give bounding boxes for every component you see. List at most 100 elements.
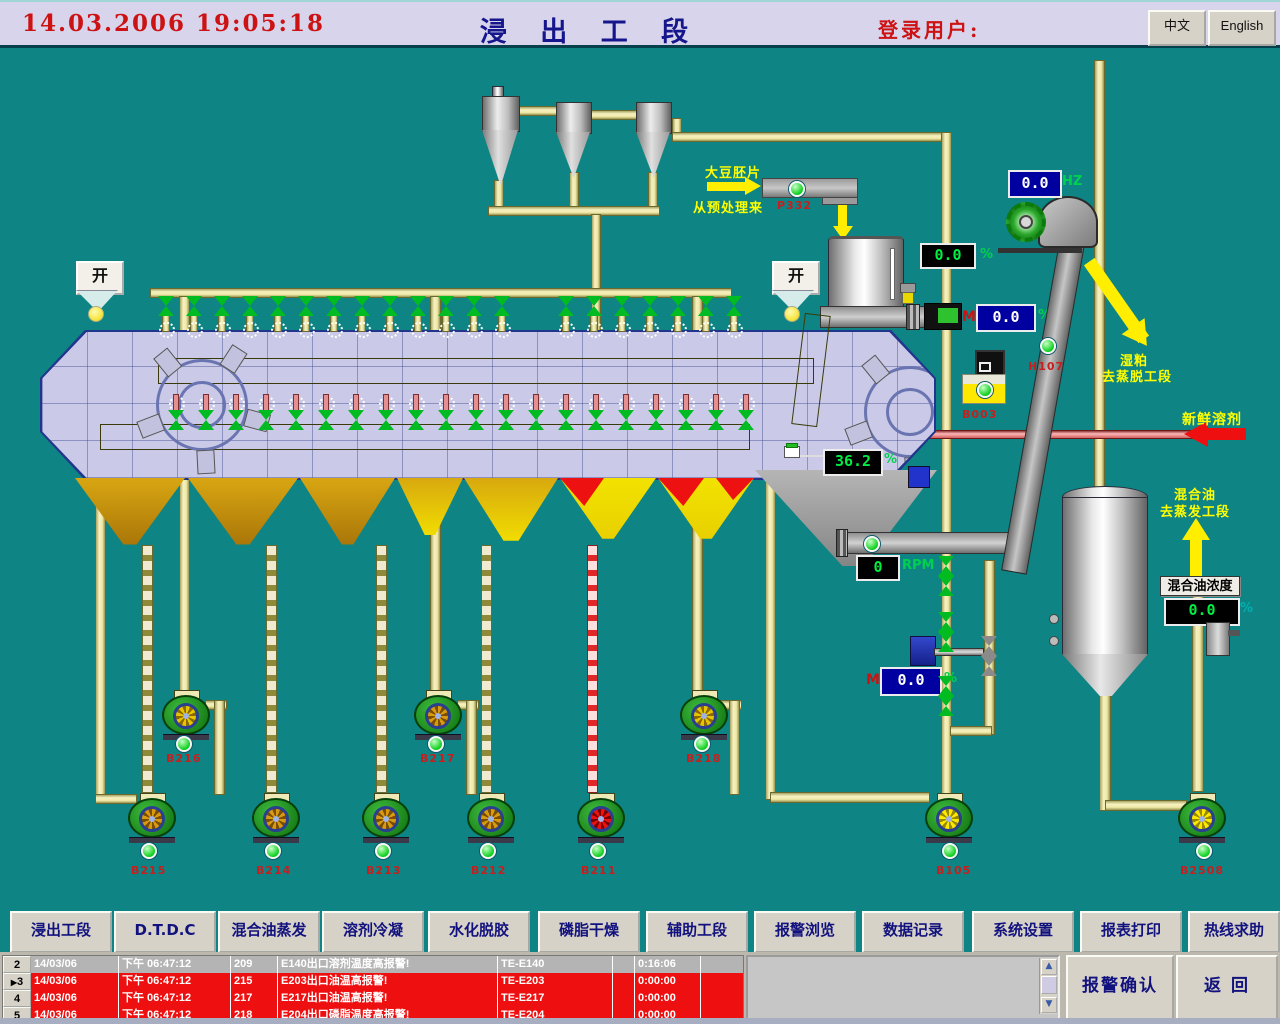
alarm-message: E217出口油温高报警! (278, 990, 498, 1007)
feeder-run-indicator (977, 382, 993, 398)
lamp-bulb-icon (784, 306, 800, 322)
cyclone-cone (636, 132, 670, 178)
valve-icon (698, 296, 714, 316)
extractor-open-button-right[interactable]: 开 (772, 261, 820, 295)
pipe-dashed (266, 545, 277, 793)
cyclone-cone (556, 132, 590, 178)
cyclone (482, 96, 520, 132)
alarm-duration: 0:00:00 (635, 990, 701, 1007)
valve-collar (355, 322, 371, 338)
tank-level-unit: % (980, 247, 993, 262)
feed-conveyor-tag: P332 (777, 199, 812, 212)
level-sensor-head (786, 443, 798, 448)
valve-icon (708, 410, 724, 430)
pump-indicator (428, 736, 444, 752)
conc-analyzer (1206, 622, 1230, 656)
valve-collar (271, 322, 287, 338)
valve-icon (726, 296, 742, 316)
alarm-row[interactable]: 4 14/03/06 下午 06:47:12 217 E217出口油温高报警! … (3, 990, 743, 1007)
valve-icon (938, 696, 954, 716)
alarm-tag: TE-E217 (498, 990, 613, 1007)
pipe (569, 172, 579, 210)
valve-icon (938, 576, 954, 596)
menu-extraction[interactable]: 浸出工段 (10, 911, 112, 953)
elevator-motor-hub (1019, 215, 1033, 229)
menu-report-print[interactable]: 报表打印 (1080, 911, 1182, 953)
conc-analyzer-arm (1228, 630, 1240, 636)
return-button[interactable]: 返 回 (1176, 955, 1278, 1021)
alarm-time: 下午 06:47:12 (119, 956, 231, 973)
alarm-row[interactable]: 2 14/03/06 下午 06:47:12 209 E140出口溶剂温度高报警… (3, 956, 743, 973)
valve-icon (158, 296, 174, 316)
menu-condensation[interactable]: 溶剂冷凝 (322, 911, 424, 953)
menu-hotline-help[interactable]: 热线求助 (1188, 911, 1280, 953)
pump-tag: B2508 (1180, 864, 1224, 877)
wheel-paddle (196, 449, 215, 474)
menu-data-log[interactable]: 数据记录 (862, 911, 964, 953)
menu-system-setup[interactable]: 系统设置 (972, 911, 1074, 953)
pipe (950, 726, 992, 736)
menu-dtdc[interactable]: D.T.D.C (114, 911, 216, 953)
valve-icon (938, 556, 954, 576)
pipe (466, 700, 477, 795)
extractor-wheel (886, 388, 934, 436)
pipe-dashed (481, 545, 492, 793)
tank-level-display: 0.0 (920, 243, 976, 269)
alarm-ack-button[interactable]: 报警确认 (1066, 955, 1174, 1021)
valve-icon (586, 296, 602, 316)
valve-icon (558, 296, 574, 316)
english-language-button[interactable]: English (1208, 10, 1276, 46)
elevator-freq-unit: HZ (1062, 174, 1082, 189)
menu-evaporation[interactable]: 混合油蒸发 (218, 911, 320, 953)
pump-indicator (694, 736, 710, 752)
alarm-message: E140出口溶剂温度高报警! (278, 956, 498, 973)
screw-run-indicator (864, 536, 880, 552)
feed-arrow-shaft (707, 182, 745, 191)
valve-collar (327, 322, 343, 338)
valve-icon (738, 410, 754, 430)
valve-collar (559, 322, 575, 338)
alarm-row-selected[interactable]: ▶3 14/03/06 下午 06:47:12 215 E203出口油温高报警!… (3, 973, 743, 990)
scada-screen: 14.03.2006 19:05:18 浸 出 工 段 登录用户: 中文 Eng… (0, 0, 1280, 1024)
valve-icon (498, 410, 514, 430)
chinese-language-button[interactable]: 中文 (1148, 10, 1206, 46)
header-bar: 14.03.2006 19:05:18 浸 出 工 段 登录用户: 中文 Eng… (0, 0, 1280, 48)
pipe (770, 792, 930, 803)
pump-tag: B214 (256, 864, 291, 877)
alarm-time: 下午 06:47:12 (119, 973, 231, 990)
alarm-date: 14/03/06 (31, 990, 119, 1007)
scrollbar[interactable]: ▲ ▼ (1039, 958, 1057, 1014)
elevator-platform (998, 248, 1082, 253)
scrollbar-thumb[interactable] (1041, 976, 1057, 994)
elevator-freq-display: 0.0 (1008, 170, 1062, 198)
valve-icon (228, 410, 244, 430)
menu-degumming[interactable]: 水化脱胶 (428, 911, 530, 953)
pipe-dashed (376, 545, 387, 793)
meal-bed (158, 358, 814, 384)
hopper (75, 478, 185, 548)
pump-tag: B211 (581, 864, 616, 877)
menu-drying[interactable]: 磷脂干燥 (538, 911, 640, 953)
valve-icon (938, 612, 954, 632)
valve1-display: 0.0 (976, 304, 1036, 332)
valve-icon (242, 296, 258, 316)
pipe-dashed (142, 545, 153, 793)
pipe (765, 470, 776, 800)
feed-arrow-icon (745, 177, 761, 195)
menu-alarm-view[interactable]: 报警浏览 (754, 911, 856, 953)
feeder-gate-window (979, 362, 991, 372)
scroll-up-icon[interactable]: ▲ (1041, 959, 1057, 975)
extractor-open-button-left[interactable]: 开 (76, 261, 124, 295)
cyclone (556, 102, 592, 134)
pipe (214, 700, 225, 795)
cyclone (636, 102, 672, 134)
valve-collar (671, 322, 687, 338)
valve-collar (299, 322, 315, 338)
menu-auxiliary[interactable]: 辅助工段 (646, 911, 748, 953)
valve-icon (410, 296, 426, 316)
fresh-solvent-label: 新鲜溶剂 (1182, 409, 1242, 429)
pipe (1105, 800, 1187, 811)
scroll-down-icon[interactable]: ▼ (1041, 997, 1057, 1013)
screw-speed-unit: RPM (902, 558, 934, 573)
valve-icon (198, 410, 214, 430)
